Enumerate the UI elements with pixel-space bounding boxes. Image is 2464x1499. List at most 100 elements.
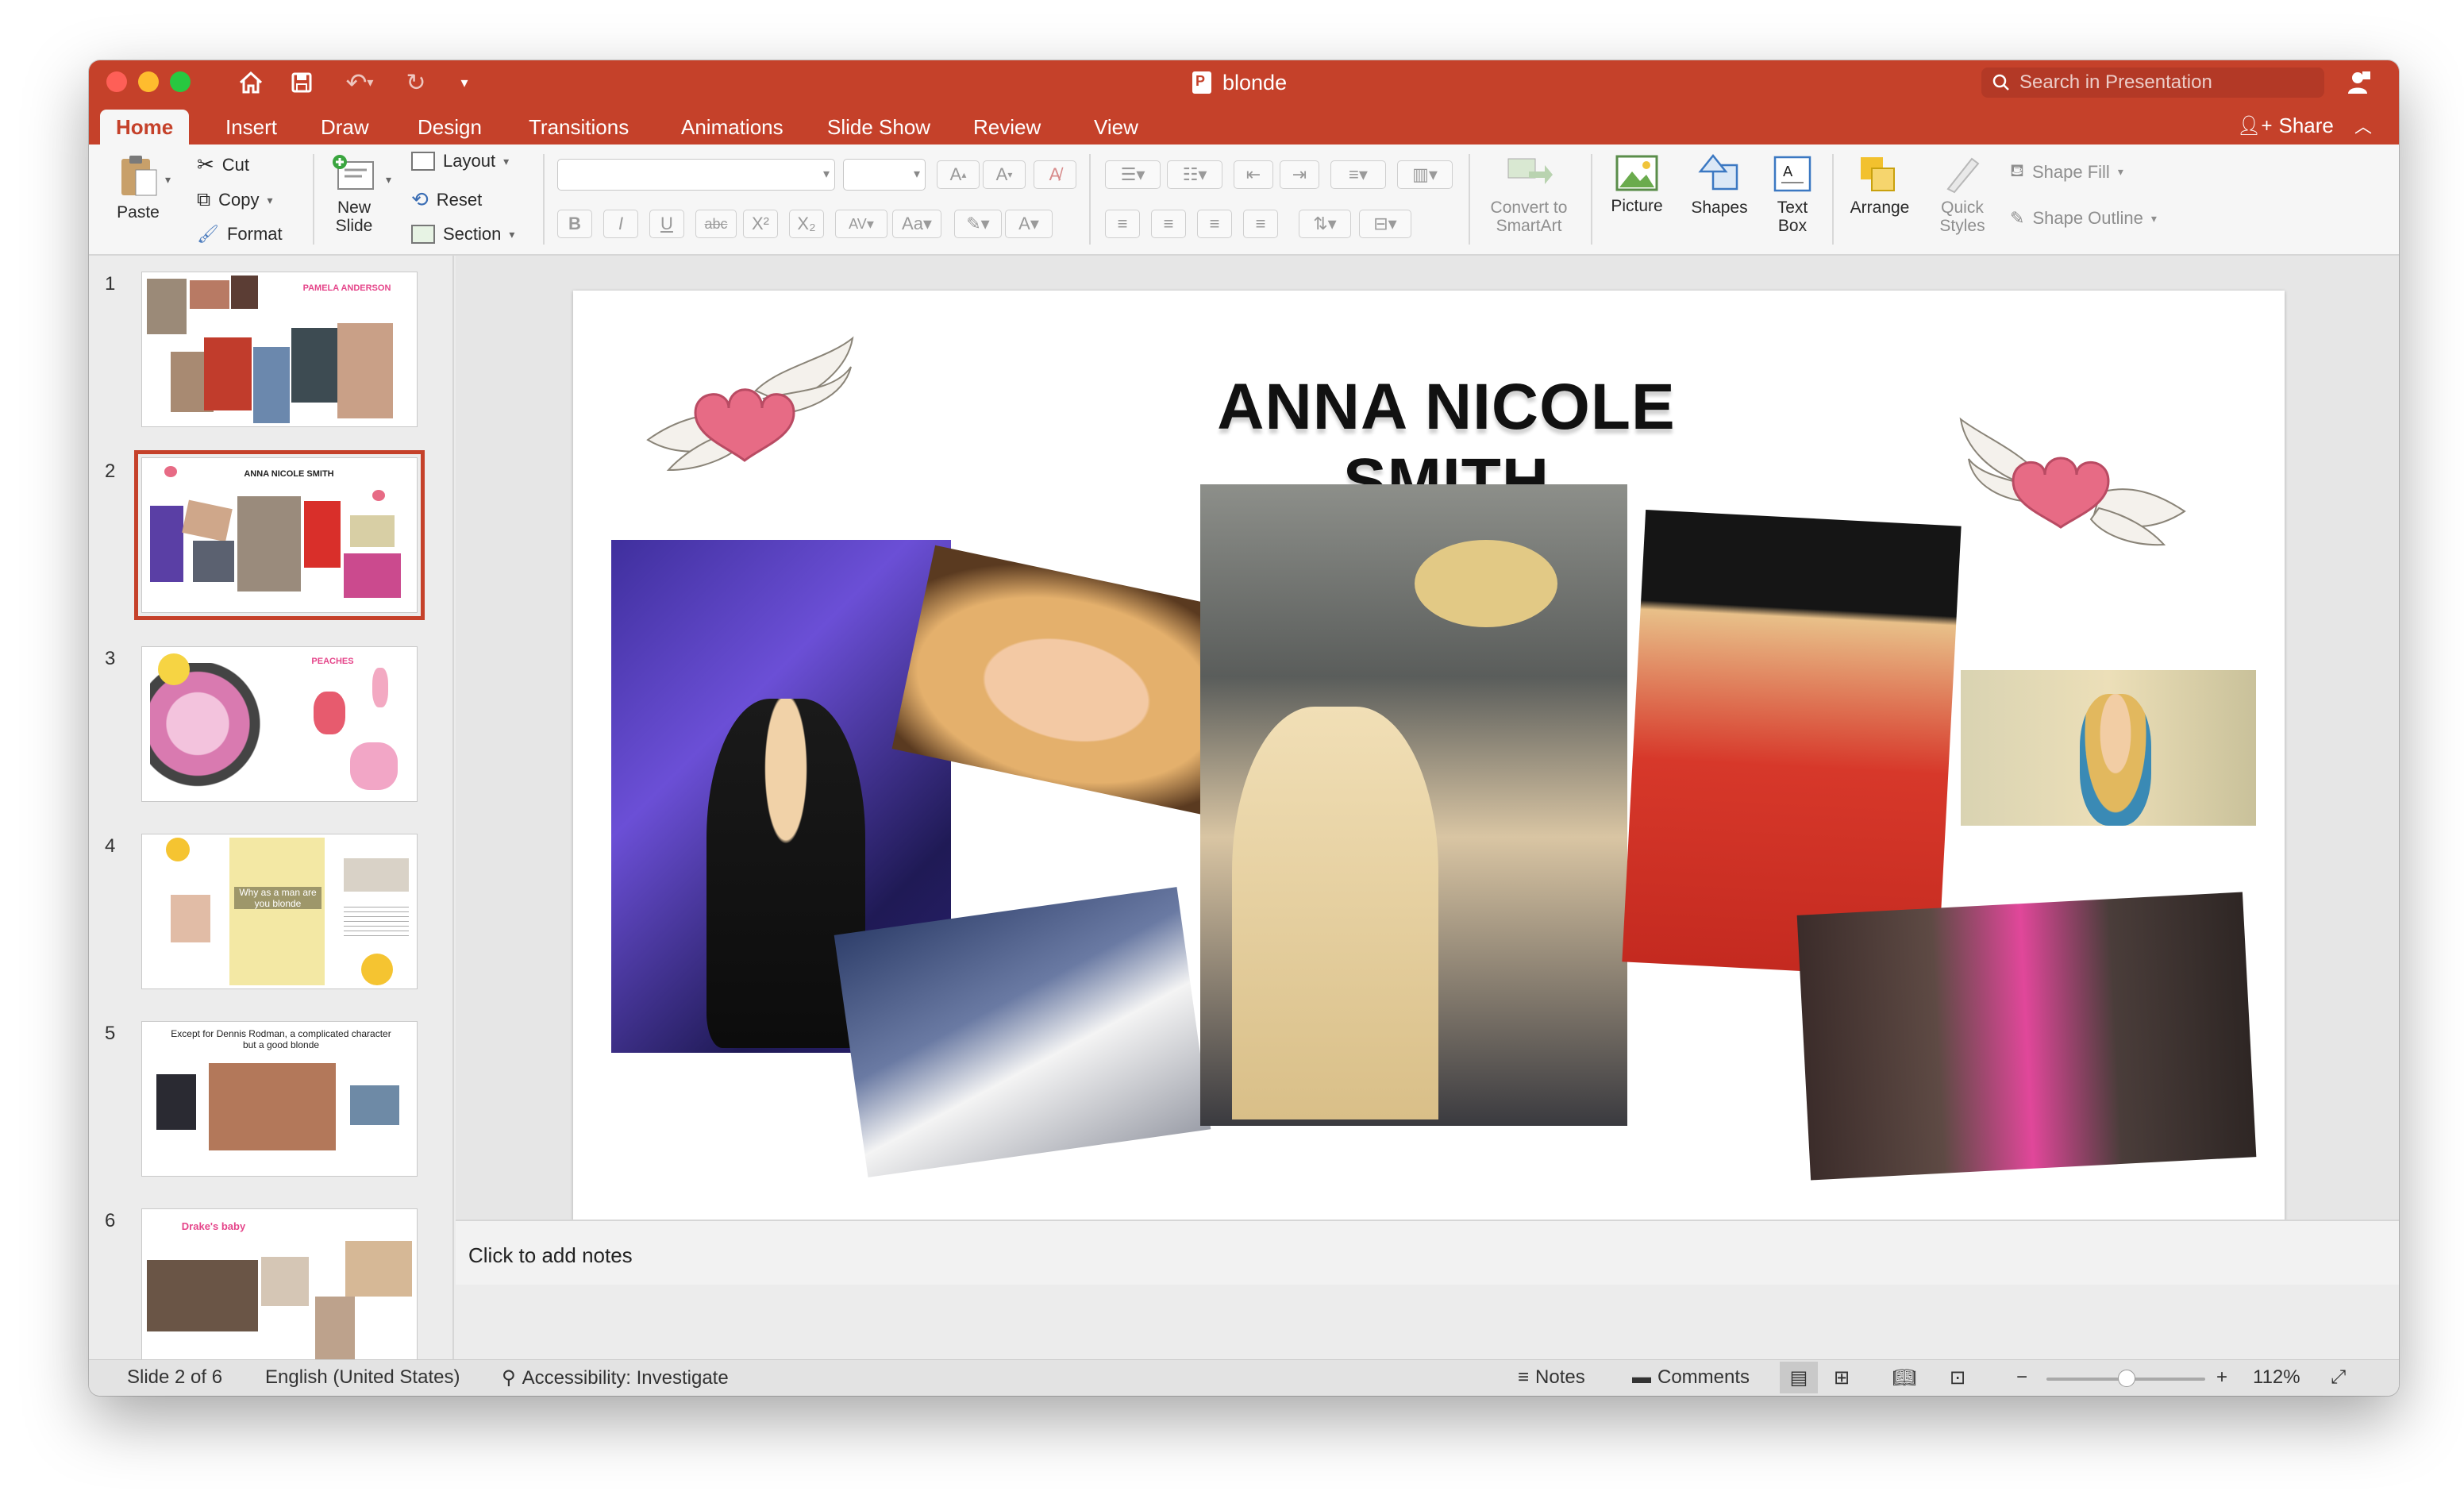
shape-outline-button[interactable]: ✎ Shape Outline ▾ — [2010, 208, 2157, 229]
tab-review[interactable]: Review — [957, 110, 1057, 145]
format-painter-button[interactable]: 🖌︎ Format — [197, 224, 283, 245]
new-slide-dropdown-icon[interactable]: ▾ — [386, 173, 391, 187]
search-input[interactable]: Search in Presentation — [1981, 67, 2324, 98]
tab-view[interactable]: View — [1078, 110, 1154, 145]
winged-heart-icon[interactable] — [1958, 416, 2188, 551]
italic-button[interactable]: I — [603, 210, 638, 238]
photo-pink-runway[interactable] — [1796, 892, 2257, 1181]
slide-thumbnails-pane[interactable]: 1 PAMELA ANDERSON 2 ANNA NICOLE SMITH 3 … — [89, 256, 454, 1359]
align-text-button[interactable]: ⊟▾ — [1359, 210, 1411, 238]
align-center-button[interactable]: ≡ — [1151, 210, 1186, 238]
columns-button[interactable]: ▥▾ — [1397, 160, 1453, 189]
superscript-button[interactable]: X² — [743, 210, 778, 238]
slide-thumbnail-5[interactable]: Except for Dennis Rodman, a complicated … — [141, 1021, 418, 1177]
tab-transitions[interactable]: Transitions — [513, 110, 645, 145]
smartart-icon — [1507, 158, 1553, 184]
photo-event-backdrop[interactable] — [1961, 670, 2256, 826]
decrease-font-size-button[interactable]: A ▾ — [983, 160, 1026, 189]
zoom-slider-handle[interactable] — [2118, 1370, 2135, 1387]
slide-thumbnail-3[interactable]: PEACHES — [141, 646, 418, 802]
photo-wedding[interactable] — [834, 887, 1211, 1177]
shapes-button[interactable]: Shapes — [1680, 154, 1759, 217]
clear-formatting-button[interactable]: A̸ — [1034, 160, 1076, 189]
align-left-button[interactable]: ≡ — [1105, 210, 1140, 238]
reading-view-button[interactable]: 📖︎ — [1892, 1366, 1916, 1389]
winged-heart-icon[interactable] — [645, 335, 867, 478]
zoom-level[interactable]: 112% — [2253, 1366, 2300, 1389]
reset-button[interactable]: ⟲ Reset — [411, 187, 482, 212]
normal-view-button[interactable]: ▤ — [1780, 1362, 1818, 1393]
tab-animations[interactable]: Animations — [665, 110, 799, 145]
tab-design[interactable]: Design — [402, 110, 498, 145]
font-name-dropdown[interactable] — [557, 159, 835, 191]
strikethrough-button[interactable]: abc — [695, 210, 737, 238]
character-spacing-button[interactable]: AV▾ — [835, 210, 887, 238]
chevron-down-icon: ▾ — [503, 154, 510, 168]
maximize-window-button[interactable] — [170, 71, 191, 92]
slide-thumbnail-6[interactable]: Drake's baby — [141, 1208, 418, 1359]
paste-options-icon[interactable]: ▾ — [165, 173, 171, 187]
bullets-button[interactable]: ☰▾ — [1105, 160, 1161, 189]
photo-red-dress[interactable] — [1622, 509, 1962, 979]
arrange-button[interactable]: Arrange — [1840, 154, 1919, 217]
notes-button[interactable]: ≡ Notes — [1518, 1366, 1585, 1389]
notes-pane[interactable]: Click to add notes — [456, 1220, 2399, 1285]
undo-icon[interactable]: ↶ ▾ — [340, 67, 379, 98]
current-slide[interactable]: ANNA NICOLE SMITH — [573, 291, 2285, 1253]
minimize-window-button[interactable] — [138, 71, 159, 92]
accessibility-label: Accessibility: Investigate — [522, 1366, 729, 1389]
justify-button[interactable]: ≡ — [1243, 210, 1278, 238]
fit-to-window-button[interactable]: ⤢ — [2331, 1366, 2346, 1389]
picture-button[interactable]: Picture — [1597, 154, 1677, 215]
zoom-out-button[interactable]: − — [2016, 1366, 2027, 1389]
bold-button[interactable]: B — [557, 210, 592, 238]
new-slide-button[interactable]: New Slide — [322, 154, 386, 235]
text-direction-button[interactable]: ⇅▾ — [1299, 210, 1351, 238]
save-icon[interactable] — [286, 67, 318, 98]
slide-thumbnail-1[interactable]: PAMELA ANDERSON — [141, 272, 418, 427]
text-box-button[interactable]: A Text Box — [1761, 154, 1824, 235]
home-icon[interactable] — [235, 67, 267, 98]
section-button[interactable]: Section ▾ — [411, 224, 514, 245]
line-spacing-button[interactable]: ≡▾ — [1330, 160, 1386, 189]
notes-placeholder[interactable]: Click to add notes — [468, 1243, 633, 1268]
share-button[interactable]: 👤︎+ Share — [2237, 110, 2334, 141]
change-case-button[interactable]: Aa▾ — [892, 210, 941, 238]
quick-styles-button[interactable]: Quick Styles — [1923, 154, 2002, 235]
layout-button[interactable]: Layout ▾ — [411, 151, 509, 171]
font-size-dropdown[interactable] — [843, 159, 926, 191]
slide-thumbnail-4[interactable]: Why as a man are you blonde — [141, 834, 418, 989]
convert-to-smartart-button[interactable]: Convert to SmartArt — [1465, 154, 1592, 235]
tab-home[interactable]: Home — [100, 110, 190, 145]
add-person-icon: 👤︎+ — [2237, 114, 2273, 137]
redo-icon[interactable]: ↻ — [400, 67, 432, 98]
zoom-in-button[interactable]: + — [2216, 1366, 2227, 1389]
slideshow-button[interactable]: ⊡ — [1950, 1366, 1965, 1389]
shape-fill-button[interactable]: ⛾ Shape Fill ▾ — [2010, 160, 2123, 183]
highlight-color-button[interactable]: ✎▾ — [954, 210, 1002, 238]
accessibility-button[interactable]: ⚲ Accessibility: Investigate — [502, 1366, 729, 1389]
increase-font-size-button[interactable]: A ▴ — [937, 160, 980, 189]
tab-insert[interactable]: Insert — [210, 110, 293, 145]
align-right-button[interactable]: ≡ — [1197, 210, 1232, 238]
decrease-indent-button[interactable]: ⇤ — [1234, 160, 1273, 189]
collapse-ribbon-icon[interactable]: ︿ — [2351, 110, 2375, 141]
underline-button[interactable]: U — [649, 210, 684, 238]
language-indicator[interactable]: English (United States) — [265, 1366, 460, 1389]
numbering-button[interactable]: ☷▾ — [1167, 160, 1222, 189]
font-color-button[interactable]: A▾ — [1005, 210, 1053, 238]
cut-button[interactable]: ✂ Cut — [197, 152, 249, 177]
copy-button[interactable]: ⧉ Copy ▾ — [197, 189, 273, 211]
comments-button[interactable]: ▬ Comments — [1632, 1366, 1750, 1389]
photo-kiss[interactable] — [1200, 484, 1627, 1126]
account-icon[interactable] — [2343, 67, 2375, 98]
tab-slide-show[interactable]: Slide Show — [811, 110, 946, 145]
increase-indent-button[interactable]: ⇥ — [1280, 160, 1319, 189]
slide-sorter-button[interactable]: ⊞ — [1834, 1366, 1850, 1389]
close-window-button[interactable] — [106, 71, 127, 92]
paste-button[interactable]: Paste — [106, 154, 170, 222]
subscript-button[interactable]: X₂ — [789, 210, 824, 238]
customize-toolbar-icon[interactable]: ▾ — [452, 67, 476, 98]
tab-draw[interactable]: Draw — [305, 110, 385, 145]
slide-thumbnail-2[interactable]: ANNA NICOLE SMITH — [134, 450, 425, 620]
